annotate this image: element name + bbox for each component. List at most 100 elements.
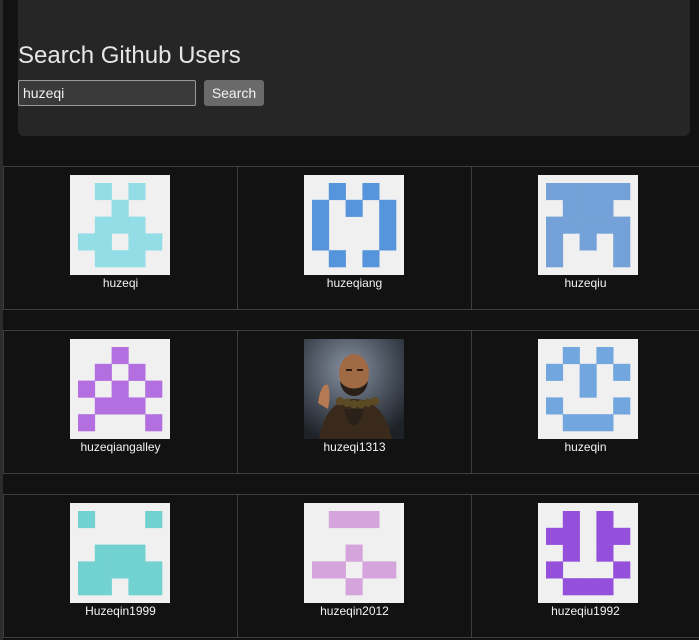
identicon-block [145, 380, 163, 398]
identicon-block [362, 183, 380, 201]
identicon-block [78, 578, 96, 596]
user-row: Huzeqin1999 huzeqin2012 huzeqiu1992 [3, 494, 699, 638]
identicon-block [94, 216, 112, 234]
user-avatar[interactable] [304, 175, 404, 275]
identicon-block [596, 544, 614, 562]
identicon-block [362, 250, 380, 268]
user-card[interactable]: huzeqin2012 [237, 495, 471, 637]
identicon-block [596, 183, 614, 201]
identicon-block [546, 233, 564, 251]
user-card[interactable]: huzeqi [3, 167, 237, 309]
identicon-block [562, 511, 580, 529]
user-card[interactable]: huzeqiang [237, 167, 471, 309]
identicon-block [596, 216, 614, 234]
identicon-block [78, 414, 96, 432]
identicon-block [145, 414, 163, 432]
identicon-block [94, 578, 112, 596]
user-login[interactable]: huzeqiangalley [4, 440, 237, 454]
identicon-block [94, 397, 112, 415]
user-avatar[interactable] [538, 503, 638, 603]
identicon-block [128, 363, 146, 381]
identicon-block [94, 561, 112, 579]
user-login[interactable]: huzeqi1313 [238, 440, 471, 454]
identicon-block [128, 183, 146, 201]
identicon-block [546, 363, 564, 381]
user-avatar[interactable] [304, 503, 404, 603]
identicon-block [94, 233, 112, 251]
identicon-block [613, 216, 631, 234]
identicon-block [379, 233, 397, 251]
identicon-block [94, 544, 112, 562]
identicon-block [128, 233, 146, 251]
user-login[interactable]: huzeqiu [472, 276, 699, 290]
identicon-block [596, 414, 614, 432]
identicon-block [145, 578, 163, 596]
user-avatar[interactable] [538, 175, 638, 275]
identicon-block [345, 578, 363, 596]
identicon-block [596, 527, 614, 545]
identicon-block [579, 380, 597, 398]
user-login[interactable]: huzeqin [472, 440, 699, 454]
identicon-block [579, 183, 597, 201]
identicon-block [312, 216, 330, 234]
user-card[interactable]: huzeqi1313 [237, 331, 471, 473]
identicon-block [562, 578, 580, 596]
user-avatar[interactable] [70, 175, 170, 275]
user-card[interactable]: huzeqiangalley [3, 331, 237, 473]
identicon-block [362, 511, 380, 529]
identicon-block [328, 511, 346, 529]
identicon-block [78, 380, 96, 398]
user-avatar[interactable] [538, 339, 638, 439]
identicon-block [111, 216, 129, 234]
identicon-block [613, 397, 631, 415]
identicon-block [145, 233, 163, 251]
identicon-block [546, 397, 564, 415]
identicon-block [562, 347, 580, 365]
identicon-block [546, 250, 564, 268]
identicon-block [579, 414, 597, 432]
user-login[interactable]: huzeqi [4, 276, 237, 290]
identicon-block [111, 397, 129, 415]
identicon-block [546, 527, 564, 545]
user-login[interactable]: Huzeqin1999 [4, 604, 237, 618]
identicon-block [128, 250, 146, 268]
identicon-block [328, 183, 346, 201]
identicon-block [111, 380, 129, 398]
identicon-block [613, 250, 631, 268]
identicon-block [345, 199, 363, 217]
identicon-block [94, 250, 112, 268]
identicon-block [379, 199, 397, 217]
identicon-block [128, 544, 146, 562]
identicon-block [111, 544, 129, 562]
identicon-block [562, 544, 580, 562]
identicon-block [613, 363, 631, 381]
user-card[interactable]: huzeqiu [471, 167, 699, 309]
identicon-block [111, 250, 129, 268]
identicon-block [562, 414, 580, 432]
identicon-block [596, 347, 614, 365]
identicon-block [312, 561, 330, 579]
identicon-block [579, 199, 597, 217]
user-card[interactable]: Huzeqin1999 [3, 495, 237, 637]
identicon-block [128, 561, 146, 579]
user-avatar[interactable] [70, 503, 170, 603]
user-avatar[interactable] [304, 339, 404, 439]
identicon-block [78, 511, 96, 529]
identicon-block [78, 561, 96, 579]
identicon-block [579, 233, 597, 251]
identicon-block [579, 216, 597, 234]
identicon-block [111, 199, 129, 217]
user-login[interactable]: huzeqiang [238, 276, 471, 290]
user-card[interactable]: huzeqin [471, 331, 699, 473]
user-login[interactable]: huzeqin2012 [238, 604, 471, 618]
identicon-block [312, 233, 330, 251]
user-card[interactable]: huzeqiu1992 [471, 495, 699, 637]
identicon-block [379, 561, 397, 579]
identicon-block [111, 561, 129, 579]
identicon-block [562, 527, 580, 545]
identicon-block [128, 216, 146, 234]
identicon-block [562, 183, 580, 201]
user-login[interactable]: huzeqiu1992 [472, 604, 699, 618]
user-avatar[interactable] [70, 339, 170, 439]
identicon-block [145, 561, 163, 579]
